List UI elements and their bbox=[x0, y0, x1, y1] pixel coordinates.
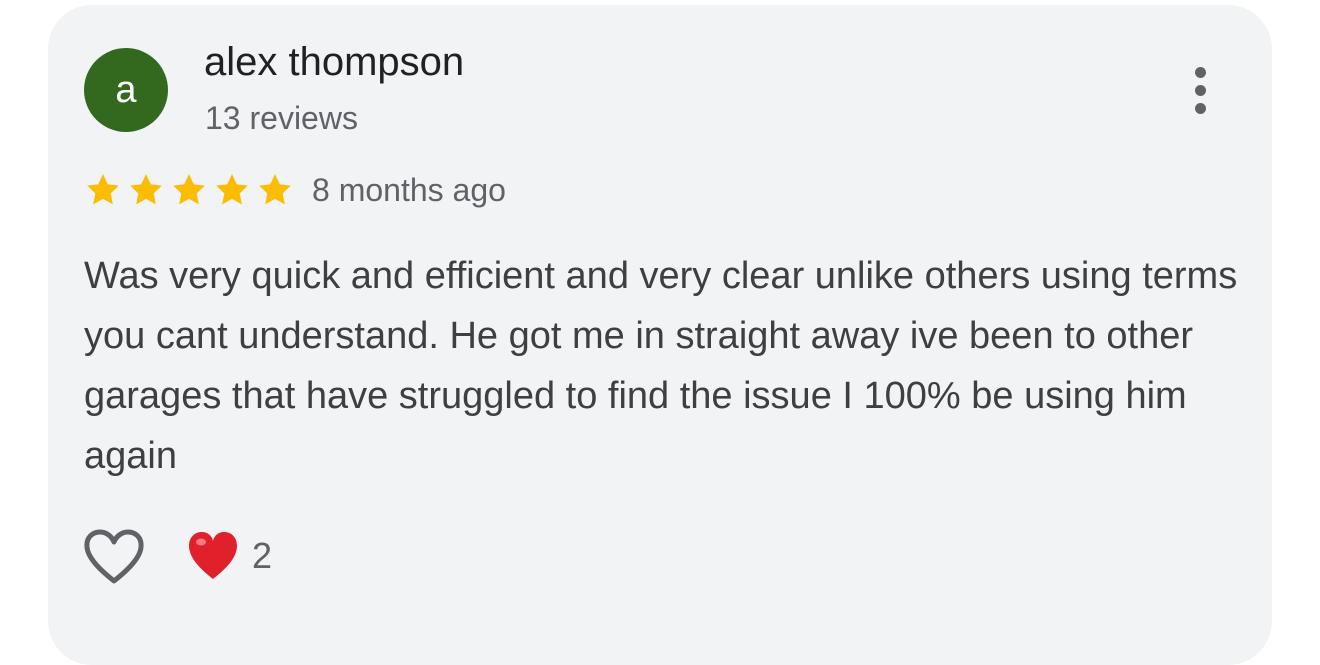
reaction-summary[interactable]: 2 bbox=[186, 530, 272, 582]
star-icon bbox=[173, 174, 205, 205]
review-count[interactable]: 13 reviews bbox=[205, 100, 358, 137]
review-time: 8 months ago bbox=[312, 172, 506, 208]
heart-outline-icon bbox=[84, 529, 144, 584]
avatar-initial: a bbox=[115, 69, 137, 111]
author-name[interactable]: alex thompson bbox=[204, 40, 464, 85]
more-vert-icon bbox=[1194, 66, 1206, 114]
more-options-button[interactable] bbox=[1178, 60, 1222, 120]
star-icon bbox=[259, 174, 291, 205]
star-rating bbox=[82, 170, 296, 210]
like-button[interactable] bbox=[82, 528, 146, 586]
star-icon bbox=[216, 174, 248, 205]
red-heart-icon bbox=[189, 532, 237, 579]
avatar[interactable]: a bbox=[84, 48, 168, 132]
reaction-count: 2 bbox=[252, 535, 273, 576]
star-icon bbox=[87, 174, 119, 205]
review-text: Was very quick and efficient and very cl… bbox=[84, 255, 1238, 477]
star-icon bbox=[130, 174, 162, 205]
